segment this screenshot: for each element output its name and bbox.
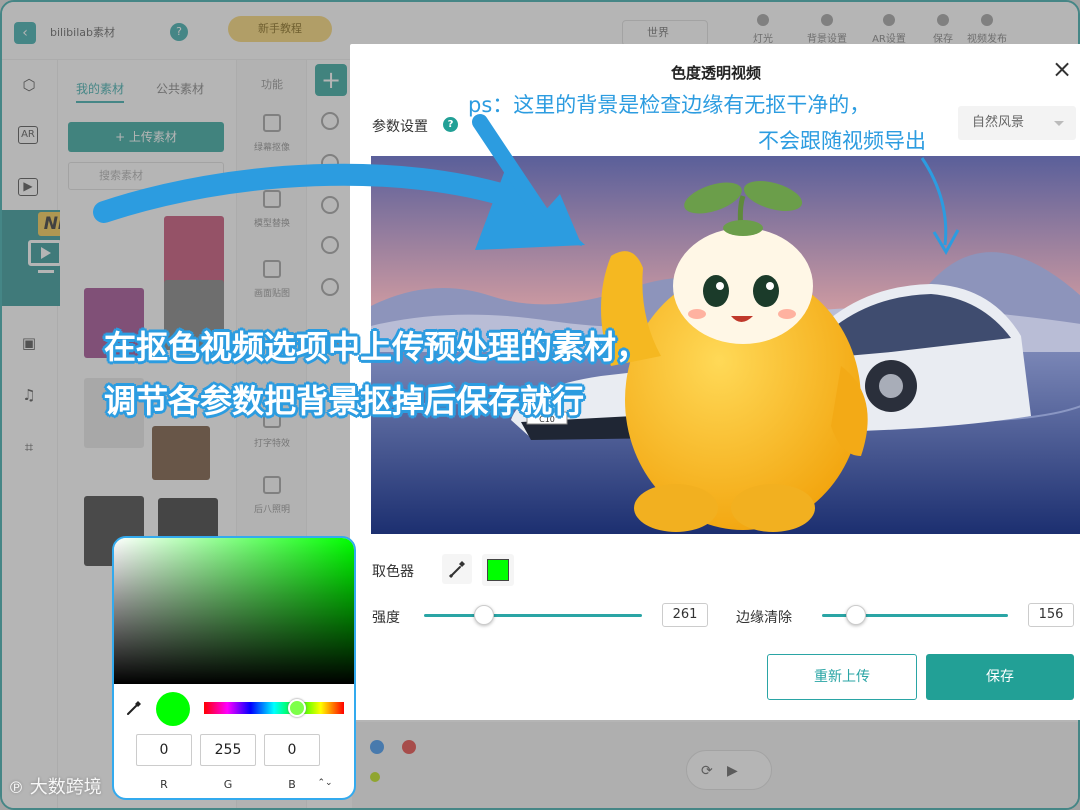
watermark: ℗ 大数跨境 xyxy=(8,777,102,798)
ps-note-line1: ps：这里的背景是检查边缘有无抠干净的， xyxy=(468,93,871,117)
arrow-main xyxy=(93,163,531,223)
instruction-line2: 调节各参数把背景抠掉后保存就行 xyxy=(104,382,585,420)
arrow-thin xyxy=(920,157,948,246)
ps-note-line2: 不会跟随视频导出 xyxy=(758,129,926,153)
instruction-line1: 在抠色视频选项中上传预处理的素材， xyxy=(104,328,649,366)
logo-icon: ℗ xyxy=(8,778,24,797)
